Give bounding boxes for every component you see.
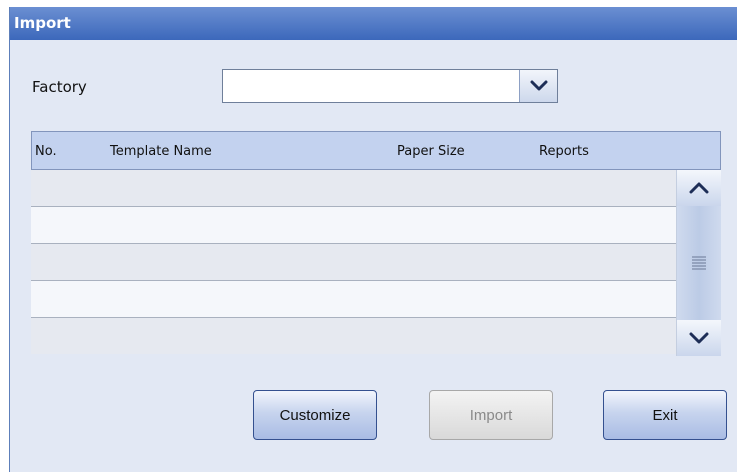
column-header-paper-size: Paper Size: [397, 144, 465, 159]
import-button[interactable]: Import: [429, 390, 553, 440]
table-row[interactable]: [31, 318, 676, 354]
exit-button[interactable]: Exit: [603, 390, 727, 440]
table-row[interactable]: [31, 207, 676, 244]
grip-lines-icon: [692, 256, 706, 270]
table-header: No. Template Name Paper Size Reports: [31, 131, 721, 170]
table-row[interactable]: [31, 170, 676, 207]
table-row[interactable]: [31, 281, 676, 318]
column-header-no: No.: [35, 144, 57, 159]
chevron-up-icon: [689, 182, 709, 194]
column-header-template-name: Template Name: [110, 144, 212, 159]
factory-label: Factory: [32, 78, 87, 96]
factory-dropdown[interactable]: [222, 69, 558, 103]
template-table: No. Template Name Paper Size Reports: [31, 131, 721, 356]
factory-value: [223, 70, 519, 102]
scroll-down-button[interactable]: [677, 320, 721, 356]
scroll-thumb[interactable]: [677, 206, 721, 320]
chevron-down-icon: [530, 80, 547, 91]
column-header-reports: Reports: [539, 144, 589, 159]
chevron-down-icon: [689, 332, 709, 344]
import-dialog: Import Factory No. Template Name Paper S…: [9, 7, 737, 472]
dialog-title: Import: [10, 7, 737, 40]
table-scrollbar[interactable]: [676, 170, 721, 356]
table-body: [31, 170, 676, 354]
customize-button[interactable]: Customize: [253, 390, 377, 440]
scroll-up-button[interactable]: [677, 170, 721, 206]
factory-dropdown-button[interactable]: [519, 70, 557, 102]
table-row[interactable]: [31, 244, 676, 281]
